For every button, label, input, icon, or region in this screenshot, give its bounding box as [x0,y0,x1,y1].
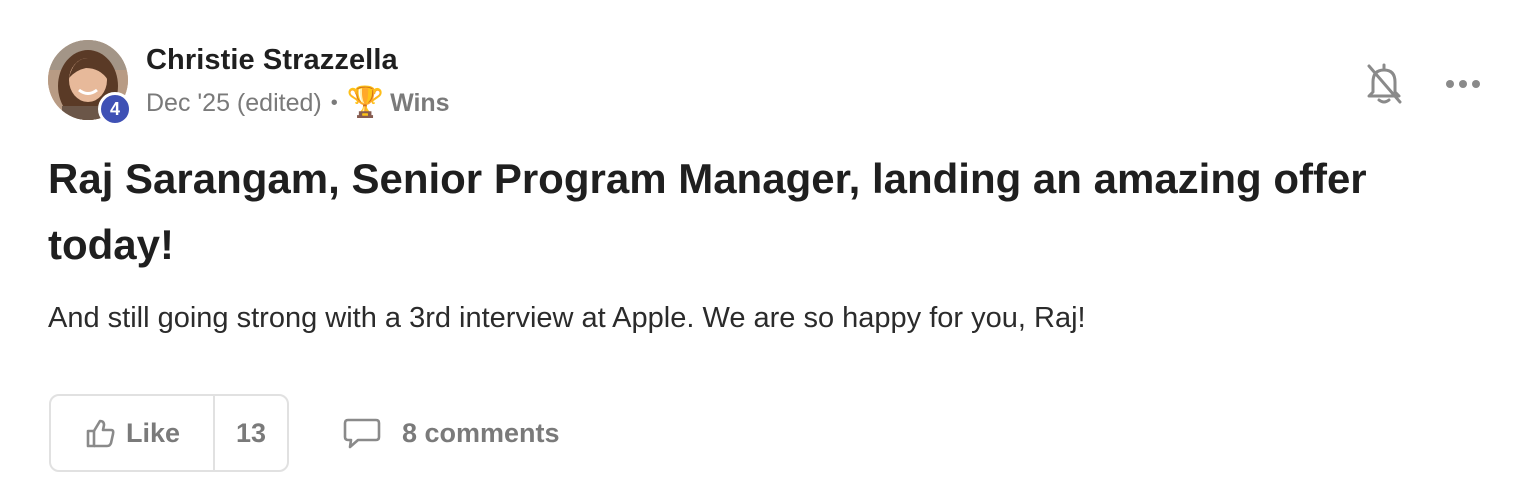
like-control: Like 13 [49,394,289,472]
comments-label: 8 comments [402,417,560,448]
like-button[interactable]: Like [51,396,215,470]
notification-toggle-button[interactable] [1364,60,1404,106]
meta-separator: • [330,91,338,114]
post-title[interactable]: Raj Sarangam, Senior Program Manager, la… [48,146,1468,278]
author-name[interactable]: Christie Strazzella [146,44,398,77]
like-label: Like [125,417,181,448]
comment-bubble-icon [343,418,381,449]
comments-link[interactable]: 8 comments [342,410,560,456]
trophy-icon: 🏆 [346,86,385,119]
post-card: 4 Christie Strazzella Dec '25 (edited) •… [0,0,1536,504]
more-horizontal-icon [1446,80,1480,88]
thumbs-up-icon [86,419,115,448]
post-body: And still going strong with a 3rd interv… [48,302,1086,334]
more-options-button[interactable] [1442,68,1486,100]
level-badge: 4 [98,92,132,126]
author-avatar-container[interactable]: 4 [48,40,132,126]
post-meta: Dec '25 (edited) • 🏆 Wins [146,88,450,118]
like-count[interactable]: 13 [215,396,287,470]
post-date[interactable]: Dec '25 (edited) [146,89,322,118]
post-category[interactable]: Wins [390,89,450,118]
bell-off-icon [1367,63,1402,104]
